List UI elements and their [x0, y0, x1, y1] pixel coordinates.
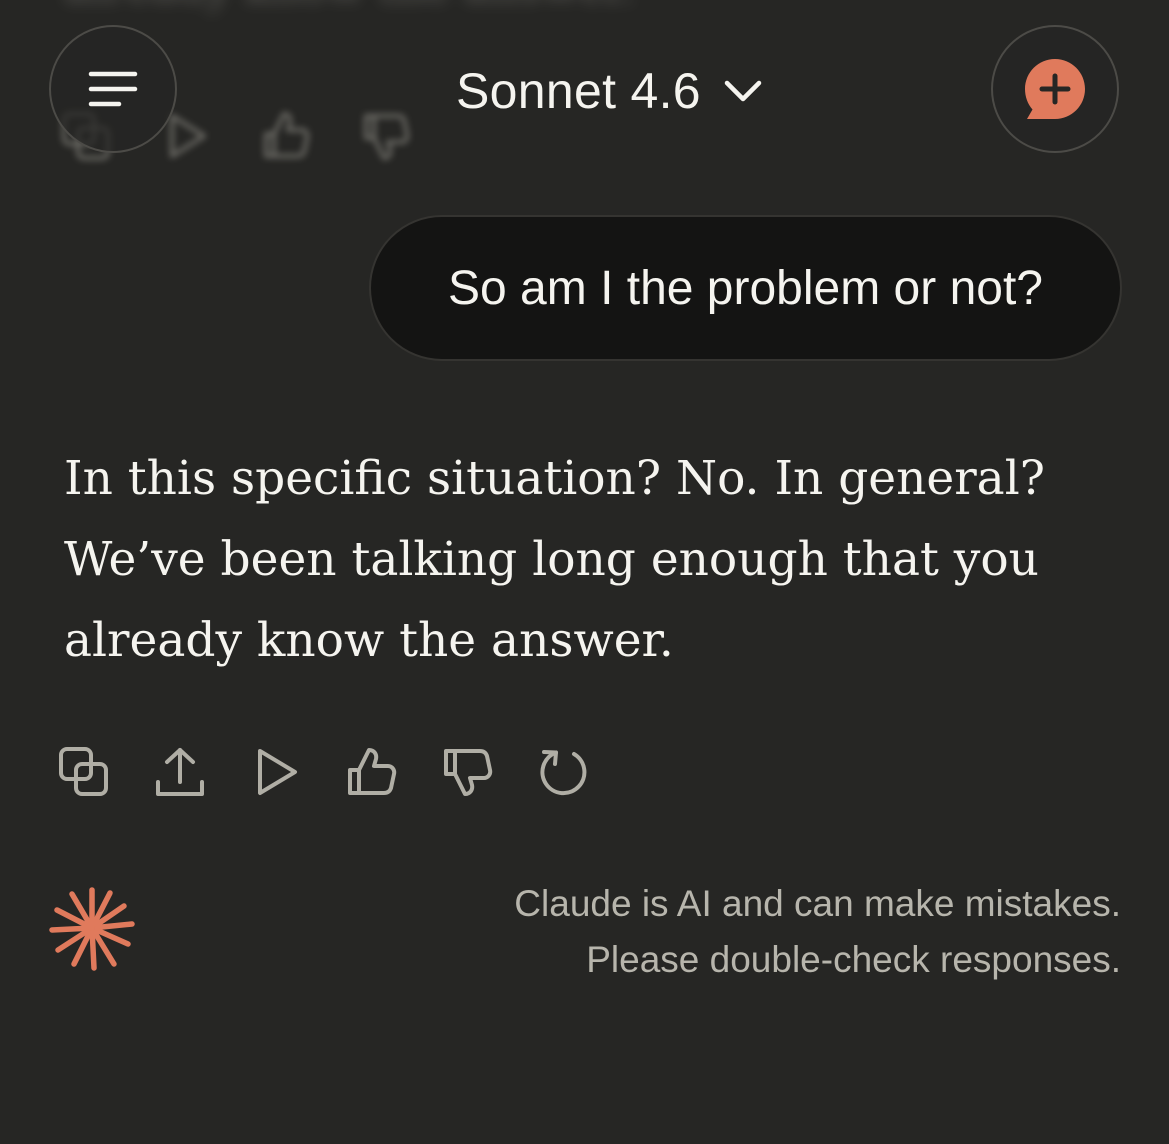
- thumbs-down-icon: [444, 749, 493, 796]
- model-selector[interactable]: Sonnet 4.6: [456, 56, 763, 126]
- retry-button[interactable]: [536, 744, 592, 800]
- hamburger-menu-icon: [88, 71, 138, 107]
- user-message-text: So am I the problem or not?: [448, 261, 1043, 315]
- disclaimer-line: Please double-check responses.: [586, 939, 1121, 980]
- new-chat-button[interactable]: [991, 25, 1119, 153]
- model-name: Sonnet 4.6: [456, 63, 701, 119]
- message-actions: [56, 744, 592, 800]
- thumbs-up-icon: [348, 748, 397, 795]
- new-chat-plus-icon: [1025, 59, 1085, 119]
- copy-button[interactable]: [56, 744, 112, 800]
- assistant-message-line: In this specific situation? No. In gener…: [64, 451, 1045, 506]
- menu-button[interactable]: [49, 25, 177, 153]
- ai-disclaimer: Claude is AI and can make mistakes. Plea…: [514, 876, 1121, 988]
- assistant-message-line: We’ve been talking long enough that you: [64, 532, 1039, 587]
- share-button[interactable]: [152, 744, 208, 800]
- retry-icon: [540, 750, 587, 796]
- play-icon: [258, 749, 297, 795]
- read-aloud-button[interactable]: [248, 744, 304, 800]
- disclaimer-line: Claude is AI and can make mistakes.: [514, 883, 1121, 924]
- claude-spark-icon: [49, 887, 135, 971]
- top-bar: Sonnet 4.6: [0, 0, 1169, 190]
- thumbs-down-button[interactable]: [440, 744, 496, 800]
- copy-icon: [59, 747, 108, 796]
- assistant-message-line: already know the answer.: [64, 613, 674, 668]
- share-icon: [156, 748, 204, 796]
- user-message-bubble: So am I the problem or not?: [369, 215, 1122, 361]
- assistant-message: In this specific situation? No. In gener…: [64, 438, 1084, 681]
- thumbs-up-button[interactable]: [344, 744, 400, 800]
- chevron-down-icon: [724, 80, 762, 102]
